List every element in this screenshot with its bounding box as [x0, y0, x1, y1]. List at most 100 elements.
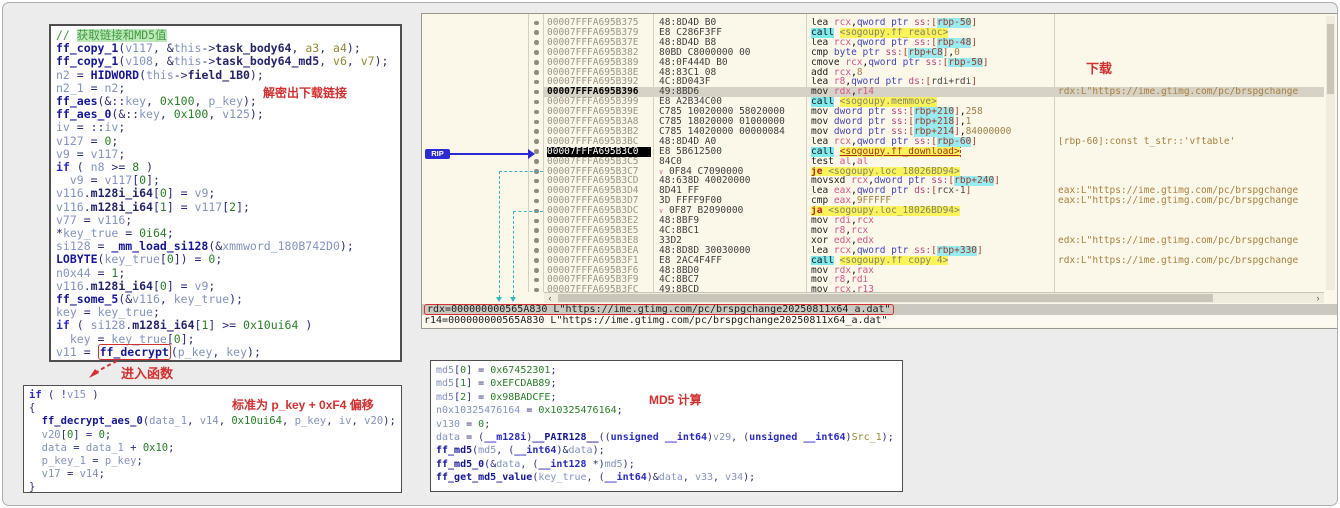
jump-line [499, 171, 543, 172]
disasm-comment [1058, 97, 1322, 107]
disasm-row[interactable]: 00007FFFA695B3E54C:8BC1mov r8,rcx [422, 226, 1338, 236]
disasm-row[interactable]: 00007FFFA695B39EC785 10020000 58020000mo… [422, 107, 1338, 117]
disasm-instruction: lea rcx,qword ptr ss:[rbp+330] [811, 246, 1052, 256]
code-line: v11 = ff_decrypt(p_key, key); [56, 346, 398, 359]
disasm-instruction: xor edx,edx [811, 236, 1052, 246]
disasm-comment [1058, 206, 1322, 216]
disasm-row[interactable]: 00007FFFA695B3F1E8 2AC4F4FFcall <sogoupy… [422, 256, 1338, 266]
code-line: data = (__m128i)__PAIR128__((unsigned __… [436, 431, 900, 444]
register-value-line-rdx: rdx=000000000565A830 L"https://ime.gtimg… [422, 304, 1338, 315]
disasm-bytes: E8 2AC4F4FF [659, 256, 805, 266]
disasm-row[interactable]: 00007FFFA695B37E48:8D4D B8lea rcx,qword … [422, 38, 1338, 48]
disasm-address: 00007FFFA695B3E5 [547, 226, 651, 236]
code-line: v130 = 0; [436, 418, 900, 431]
disasm-row[interactable]: 00007FFFA695B3F94C:8BC7mov r8,rdi [422, 275, 1338, 285]
disasm-bytes: ∨ 0F84 C7090000 [659, 167, 805, 177]
disasm-comment [1058, 77, 1322, 87]
disasm-row[interactable]: 00007FFFA695B38280BD C8000000 00cmp byte… [422, 48, 1338, 58]
disasm-address: 00007FFFA695B3A8 [547, 117, 651, 127]
pseudocode-panel-top: // 获取链接和MD5值ff_copy_1(v117, &this->task_… [49, 24, 402, 362]
disasm-instruction: mov rcx,r13 [811, 285, 1052, 292]
disasm-bytes: C785 10020000 58020000 [659, 107, 805, 117]
code-line: if ( si128.m128i_i64[1] >= 0x10ui64 ) [56, 319, 398, 332]
disasm-row[interactable]: 00007FFFA695B3D73D FFFF9F00cmp eax,9FFFF… [422, 196, 1338, 206]
disasm-comment: eax:L"https://ime.gtimg.com/pc/brspgchan… [1058, 196, 1322, 206]
disasm-row[interactable]: 00007FFFA695B3CD48:638D 40020000movsxd r… [422, 176, 1338, 186]
code-line: v20[0] = 0; [29, 429, 399, 442]
disasm-address: 00007FFFA695B3E2 [547, 216, 651, 226]
disasm-row[interactable]: 00007FFFA695B396 49:8BD6 mov rdx,r14 rdx:L"… [422, 87, 1338, 97]
disasm-comment: eax:L"https://ime.gtimg.com/pc/brspgchan… [1058, 186, 1322, 196]
disasm-row[interactable]: 00007FFFA695B3EA48:8D8D 30030000lea rcx,… [422, 246, 1338, 256]
disasm-row[interactable]: 00007FFFA695B3A8C785 18020000 01000000mo… [422, 117, 1338, 127]
horizontal-scrollbar[interactable]: ‹ › [544, 292, 1324, 303]
disasm-instruction: mov rdx,r14 [811, 87, 1052, 97]
disasm-bytes: 48:8D4D B8 [659, 38, 805, 48]
disasm-bytes: E8 A2B34C00 [659, 97, 805, 107]
disasm-instruction: cmp byte ptr ss:[rbp+C8],0 [811, 48, 1052, 58]
disasm-row[interactable]: 00007FFFA695B3C0E8 5B612500call <sogoupy… [422, 147, 1338, 157]
disasm-address: 00007FFFA695B3F9 [547, 275, 651, 285]
disasm-row[interactable]: 00007FFFA695B3C7∨ 0F84 C7090000je <sogou… [422, 167, 1338, 177]
disasm-comment [1058, 275, 1322, 285]
disasm-address: 00007FFFA695B3F1 [547, 256, 651, 266]
disasm-row[interactable]: 00007FFFA695B3E833D2xor edx,edxedx:L"htt… [422, 236, 1338, 246]
disasm-comment: [rbp-60]:const t_str::'vftable' [1058, 137, 1322, 147]
disasm-instruction: lea r8,qword ptr ds:[rdi+rdi] [811, 77, 1052, 87]
disasm-row[interactable]: 00007FFFA695B3D48D41 FFlea eax,qword ptr… [422, 186, 1338, 196]
disasm-bytes: 48:8D4D A0 [659, 137, 805, 147]
disasm-instruction: cmove rcx,qword ptr ss:[rbp-50] [811, 58, 1052, 68]
disasm-comment [1058, 127, 1322, 137]
disasm-address: 00007FFFA695B3FC [547, 285, 651, 292]
disasm-row[interactable]: 00007FFFA695B3BC48:8D4D A0lea rcx,qword … [422, 137, 1338, 147]
code-line: ff_get_md5_value(key_true, (__int64)&dat… [436, 471, 900, 484]
disasm-instruction: lea rcx,qword ptr ss:[rbp-60] [811, 137, 1052, 147]
vertical-scrollbar-thumb[interactable] [1327, 24, 1334, 94]
disasm-instruction: je <sogoupy.loc_18026BD94> [811, 167, 1052, 177]
disasm-address: 00007FFFA695B396 [547, 87, 651, 97]
disasm-instruction: mov r8,rdi [811, 275, 1052, 285]
code-line: md5[1] = 0xEFCDAB89; [436, 377, 900, 390]
disasm-comment: rdx:L"https://ime.gtimg.com/pc/brspgchan… [1058, 87, 1322, 97]
rip-arrow-line [450, 153, 528, 155]
disasm-comment [1058, 147, 1322, 157]
disasm-bytes: 49:8BD6 [659, 87, 805, 97]
disasm-row[interactable]: 00007FFFA695B3C584C0test al,al [422, 157, 1338, 167]
disasm-address: 00007FFFA695B3E8 [547, 236, 651, 246]
disasm-row[interactable]: 00007FFFA695B3924C:8D043Flea r8,qword pt… [422, 77, 1338, 87]
jump-arrow-down-icon [510, 297, 516, 302]
disasm-bytes: C785 18020000 01000000 [659, 117, 805, 127]
disasm-row[interactable]: 00007FFFA695B379E8 C286F3FFcall <sogoupy… [422, 28, 1338, 38]
disasm-row[interactable]: 00007FFFA695B3DC∨ 0F87 B2090000ja <sogou… [422, 206, 1338, 216]
disasm-bytes: ∨ 0F87 B2090000 [659, 206, 805, 216]
disasm-address: 00007FFFA695B3D4 [547, 186, 651, 196]
disasm-address: 00007FFFA695B3B2 [547, 127, 651, 137]
disasm-bytes: 48:8BF9 [659, 216, 805, 226]
disasm-comment: edx:L"https://ime.gtimg.com/pc/brspgchan… [1058, 236, 1322, 246]
disasm-instruction: test al,al [811, 157, 1052, 167]
disasm-instruction: lea eax,qword ptr ds:[rcx-1] [811, 186, 1052, 196]
disasm-row[interactable]: 00007FFFA695B3F648:8BD0mov rdx,rax [422, 266, 1338, 276]
disasm-address: 00007FFFA695B389 [547, 58, 651, 68]
disasm-address: 00007FFFA695B38E [547, 68, 651, 78]
disasm-comment [1058, 176, 1322, 186]
disasm-bytes: 48:8D4D B0 [659, 18, 805, 28]
disasm-row[interactable]: 00007FFFA695B38E48:83C1 08add rcx,8 [422, 68, 1338, 78]
disasm-row[interactable]: 00007FFFA695B3B2C785 14020000 00000084mo… [422, 127, 1338, 137]
disasm-bytes: 48:8BD0 [659, 266, 805, 276]
vertical-scrollbar[interactable] [1326, 16, 1335, 290]
download-annotation: 下载 [1086, 58, 1112, 77]
disasm-address: 00007FFFA695B3DC [547, 206, 651, 216]
disasm-row[interactable]: 00007FFFA695B38948:0F444D B0cmove rcx,qw… [422, 58, 1338, 68]
scroll-right-button[interactable]: › [1312, 293, 1324, 303]
disasm-comment [1058, 216, 1322, 226]
disasm-instruction: mov rdi,rcx [811, 216, 1052, 226]
disasm-row[interactable]: 00007FFFA695B37548:8D4D B0lea rcx,qword … [422, 18, 1338, 28]
disasm-row[interactable]: 00007FFFA695B3E2 48:8BF9 mov rdi,rcx [422, 216, 1338, 226]
horizontal-scrollbar-thumb[interactable] [558, 294, 1213, 302]
disasm-address: 00007FFFA695B375 [547, 18, 651, 28]
disasm-row[interactable]: 00007FFFA695B399E8 A2B34C00call <sogoupy… [422, 97, 1338, 107]
code-line: ff_md5(md5, (__int64)&data); [436, 444, 900, 457]
scroll-left-button[interactable]: ‹ [544, 293, 556, 303]
disasm-row[interactable]: 00007FFFA695B3FC49:8BCDmov rcx,r13 [422, 285, 1338, 292]
